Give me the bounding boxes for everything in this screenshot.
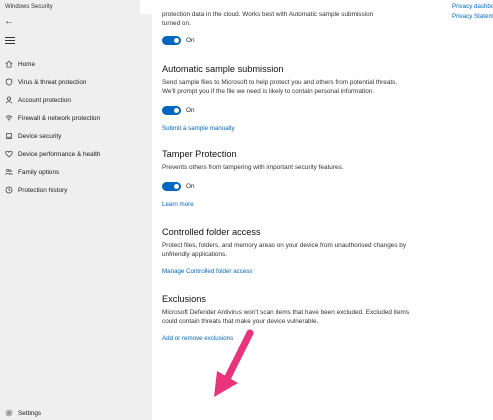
sidebar-item-home[interactable]: Home: [0, 55, 152, 73]
toggle-state-label: On: [186, 37, 195, 45]
sidebar-item-label: Account protection: [18, 96, 71, 104]
family-icon: [4, 167, 14, 177]
sidebar-item-label: Device security: [18, 132, 62, 140]
sidebar-item-label: Family options: [18, 168, 60, 176]
hamburger-menu-icon[interactable]: [5, 37, 15, 45]
learn-more-link[interactable]: Learn more: [162, 201, 412, 208]
sample-submission-description: Send sample files to Microsoft to help p…: [162, 78, 398, 96]
wifi-icon: [4, 113, 14, 123]
submit-sample-link[interactable]: Submit a sample manually: [162, 125, 412, 132]
cloud-protection-description: protection data in the cloud. Works best…: [162, 11, 374, 28]
exclusions-heading: Exclusions: [162, 293, 206, 304]
controlled-folder-access-heading: Controlled folder access: [162, 227, 261, 238]
sidebar-item-label: Settings: [18, 409, 42, 417]
pointer-arrow-annotation: [214, 329, 254, 397]
sidebar-item-settings[interactable]: Settings: [0, 404, 152, 420]
back-arrow-icon[interactable]: ←: [4, 16, 18, 28]
laptop-icon: [4, 131, 14, 141]
tamper-protection-description: Prevents others from tampering with impo…: [162, 163, 344, 171]
add-remove-exclusions-link[interactable]: Add or remove exclusions: [162, 335, 412, 342]
sidebar-item-label: Device performance & health: [18, 150, 101, 158]
sidebar-item-family[interactable]: Family options: [0, 163, 152, 181]
sidebar-item-virus-threat[interactable]: Virus & threat protection: [0, 73, 152, 91]
sidebar-item-firewall[interactable]: Firewall & network protection: [0, 109, 152, 127]
controlled-folder-access-description: Protect files, folders, and memory areas…: [162, 242, 407, 259]
tamper-protection-heading: Tamper Protection: [162, 148, 237, 159]
toggle-state-label: On: [186, 107, 195, 115]
main-content: protection data in the cloud. Works best…: [152, 0, 493, 420]
home-icon: [4, 59, 14, 69]
privacy-links: Privacy dashboard Privacy Statement: [452, 3, 493, 22]
sample-submission-toggle[interactable]: [162, 106, 181, 116]
heart-icon: [4, 149, 14, 159]
privacy-statement-link[interactable]: Privacy Statement: [452, 12, 493, 22]
sidebar-item-performance[interactable]: Device performance & health: [0, 145, 152, 163]
privacy-dashboard-link[interactable]: Privacy dashboard: [452, 2, 493, 12]
history-icon: [4, 185, 14, 195]
sidebar: ← Home Virus & threat protection Account…: [0, 14, 152, 420]
sidebar-item-label: Virus & threat protection: [18, 78, 87, 86]
sidebar-item-account[interactable]: Account protection: [0, 91, 152, 109]
cloud-protection-toggle[interactable]: [162, 36, 181, 46]
sidebar-item-label: Firewall & network protection: [18, 114, 101, 122]
sidebar-item-label: Protection history: [18, 186, 68, 194]
sidebar-item-device-security[interactable]: Device security: [0, 127, 152, 145]
person-icon: [4, 95, 14, 105]
tamper-protection-toggle[interactable]: [162, 181, 181, 191]
gear-icon: [4, 408, 14, 418]
sidebar-nav: Home Virus & threat protection Account p…: [0, 55, 152, 199]
manage-controlled-folder-access-link[interactable]: Manage Controlled folder access: [162, 268, 412, 275]
sidebar-item-history[interactable]: Protection history: [0, 181, 152, 199]
window-title: Windows Security: [0, 0, 140, 14]
sidebar-item-label: Home: [18, 60, 36, 68]
exclusions-description: Microsoft Defender Antivirus won't scan …: [162, 308, 410, 326]
sample-submission-heading: Automatic sample submission: [162, 63, 284, 74]
toggle-state-label: On: [186, 182, 195, 190]
shield-icon: [4, 77, 14, 87]
